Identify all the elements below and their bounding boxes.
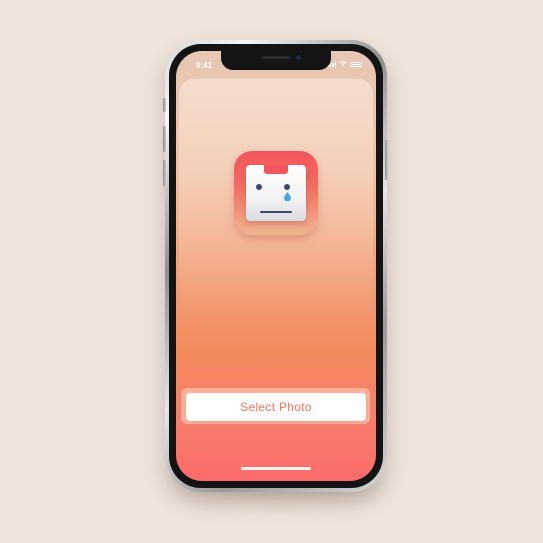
- home-indicator[interactable]: [241, 467, 311, 470]
- robot-notch: [264, 165, 288, 174]
- select-photo-button[interactable]: Select Photo: [186, 393, 366, 421]
- volume-up-button: [163, 126, 166, 152]
- tear-icon: [284, 192, 291, 201]
- power-button: [385, 140, 388, 180]
- robot-right-eye: [284, 184, 290, 190]
- phone-screen: 9:41 Select Photo: [176, 51, 376, 481]
- speaker-grille: [262, 56, 290, 59]
- status-icons: [327, 61, 362, 67]
- wifi-icon: [339, 61, 347, 67]
- mute-switch: [163, 98, 166, 112]
- notch: [221, 51, 331, 70]
- robot-face: [246, 165, 306, 221]
- status-time: 9:41: [196, 61, 213, 70]
- robot-left-eye: [256, 184, 262, 190]
- sad-robot-icon: [234, 151, 318, 235]
- front-camera: [296, 55, 301, 60]
- volume-down-button: [163, 160, 166, 186]
- robot-mouth: [260, 211, 292, 213]
- battery-icon: [350, 61, 362, 67]
